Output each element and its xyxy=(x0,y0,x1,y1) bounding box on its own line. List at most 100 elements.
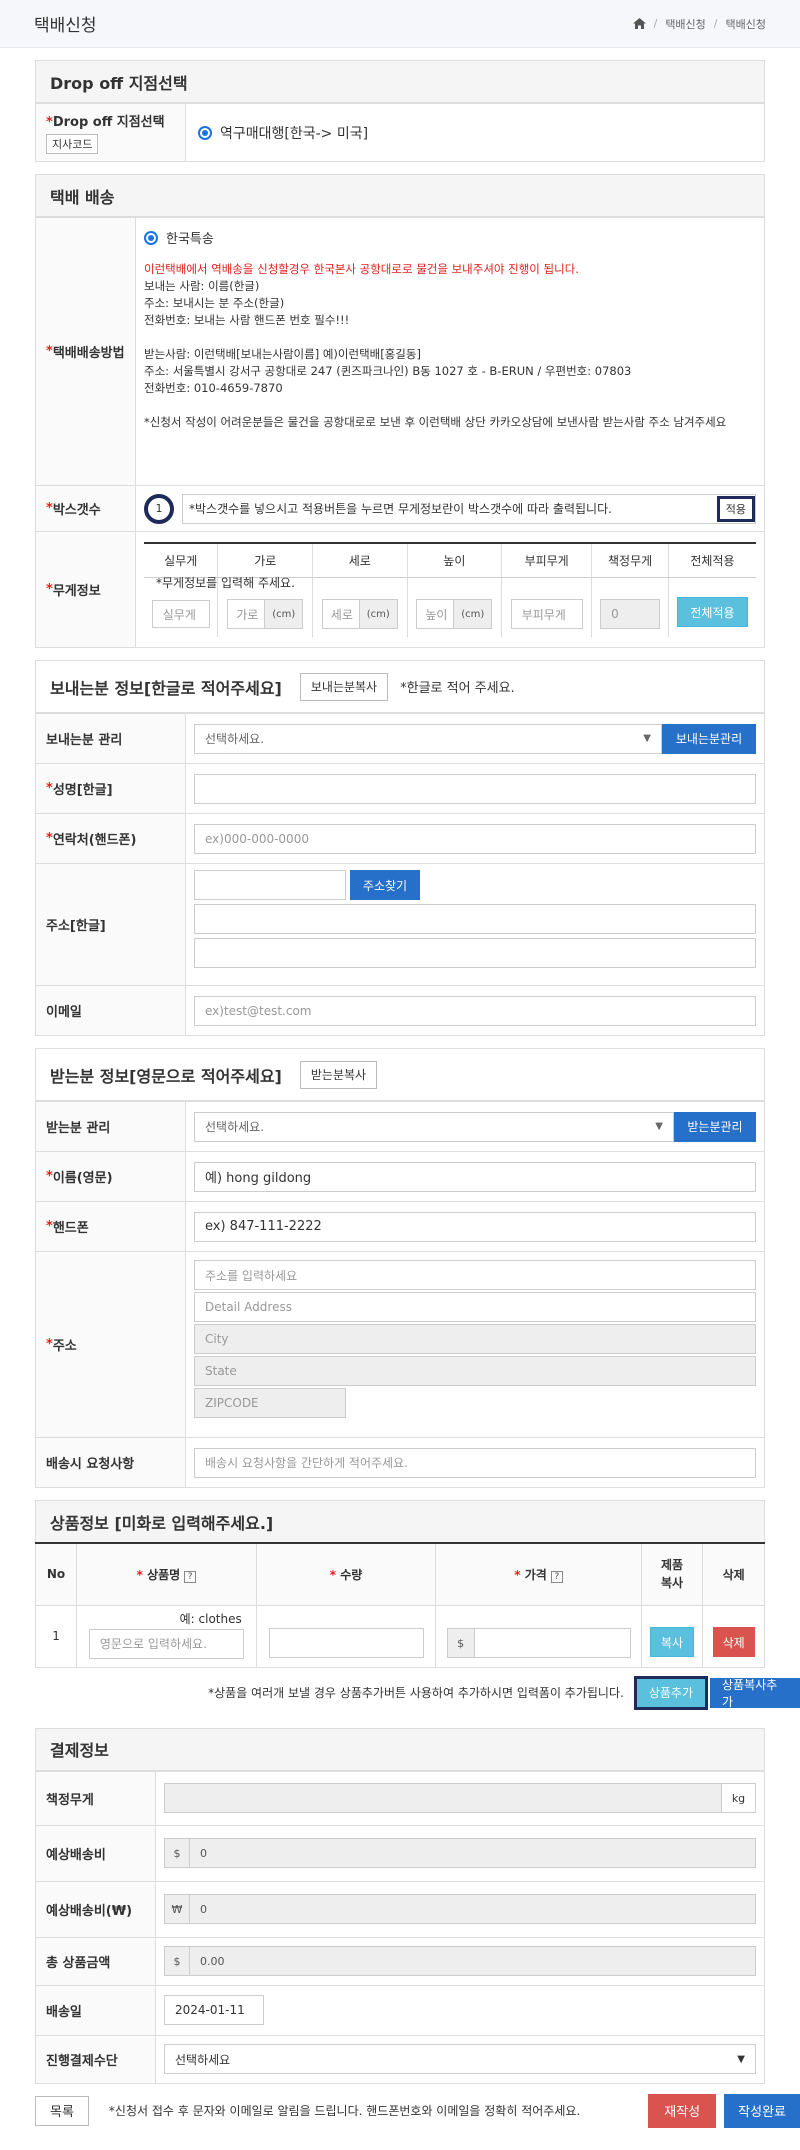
sender-email-input[interactable]: ex)test@test.com xyxy=(194,995,756,1026)
submit-button[interactable]: 작성완료 xyxy=(724,2093,800,2128)
receiver-name-row: * 이름(영문) 예) hong gildong xyxy=(36,1151,764,1201)
sender-name-row: * 성명[한글] xyxy=(36,763,764,813)
section-title-text: Drop off 지점선택 xyxy=(50,73,188,93)
receiver-name-input[interactable]: 예) hong gildong xyxy=(194,1161,756,1192)
product-name-input[interactable]: 영문으로 입력하세요. xyxy=(88,1628,244,1659)
payment-method-select-value: 선택하세요 xyxy=(175,2052,231,2067)
sender-address-label: 주소[한글] xyxy=(36,864,186,985)
dropoff-section-title: Drop off 지점선택 xyxy=(36,61,764,103)
rewrite-button[interactable]: 재작성 xyxy=(648,2093,717,2128)
sender-phone-input[interactable]: ex)000-000-0000 xyxy=(194,823,756,854)
product-delete-button[interactable]: 삭제 xyxy=(712,1627,755,1657)
weight-col-header: 세로 xyxy=(312,542,408,578)
apply-button[interactable]: 적용 xyxy=(716,495,755,522)
sender-copy-button[interactable]: 보내는분복사 xyxy=(299,672,389,701)
chevron-down-icon: ▼ xyxy=(737,2053,745,2065)
receiver-phone-row: * 핸드폰 ex) 847-111-2222 xyxy=(36,1201,764,1251)
products-footer: *상품을 여러개 보낼 경우 상품추가버튼 사용하여 추가하시면 입력폼이 추가… xyxy=(35,1675,800,1710)
product-qty-input[interactable] xyxy=(268,1628,424,1658)
box-count-input[interactable]: 1 xyxy=(144,493,174,524)
list-button[interactable]: 목록 xyxy=(35,2095,89,2126)
receiver-copy-button[interactable]: 받는분복사 xyxy=(299,1060,378,1089)
receiver-manage-button[interactable]: 받는분관리 xyxy=(674,1111,756,1142)
weight-col-header: 실무게 xyxy=(144,542,218,578)
receiver-state-input[interactable]: State xyxy=(194,1356,756,1386)
dropoff-value: 역구매대행[한국-> 미국] xyxy=(186,104,764,161)
delivery-date-input[interactable]: 2024-01-11 xyxy=(164,1995,264,2025)
apply-all-button[interactable]: 전체적용 xyxy=(677,597,748,628)
payment-fee-krw-value: ₩0 xyxy=(156,1882,764,1937)
delivery-method-option[interactable]: 한국특송 xyxy=(144,228,214,247)
receiver-name-label: * 이름(영문) xyxy=(36,1152,186,1201)
box-hint-field: *박스갯수를 넣으시고 적용버튼을 누르면 무게정보란이 박스갯수에 따라 출력… xyxy=(182,493,756,524)
weight-info-row: * 무게정보 실무게 가로 세로 높이 부피무게 책정무게 전체적용 *무게정보… xyxy=(36,531,764,647)
payment-date-value: 2024-01-11 xyxy=(156,1986,764,2035)
charged-weight-field: 0 xyxy=(600,599,661,630)
sender-hint: *한글로 적어 주세요. xyxy=(400,681,515,696)
delivery-method-option-label[interactable]: 한국특송 xyxy=(166,228,214,247)
payment-section-title: 결제정보 xyxy=(36,1728,764,1771)
dropoff-option-label[interactable]: 역구매대행[한국-> 미국] xyxy=(220,123,368,143)
form-footer: 목록 *신청서 접수 후 문자와 이메일로 알림을 드립니다. 핸드폰번호와 이… xyxy=(35,2093,800,2128)
payment-method-label: 진행결제수단 xyxy=(36,2035,156,2083)
depth-placeholder: 세로 xyxy=(330,607,353,622)
receiver-request-value: 배송시 요청사항을 간단하게 적어주세요. xyxy=(186,1438,764,1487)
volume-weight-input[interactable]: 부피무게 xyxy=(510,599,583,630)
unit-label: (cm) xyxy=(453,600,492,629)
payment-method-select[interactable]: 선택하세요 ▼ xyxy=(164,2044,756,2074)
kg-unit: kg xyxy=(722,1783,756,1813)
delivery-method-label-text: 택배배송방법 xyxy=(52,346,125,361)
weight-col-header: 책정무게 xyxy=(591,542,669,578)
dropoff-radio[interactable] xyxy=(198,125,212,140)
depth-input[interactable]: 세로 (cm) xyxy=(321,599,398,630)
help-icon[interactable]: ? xyxy=(550,1570,563,1583)
product-copy-button[interactable]: 복사 xyxy=(650,1627,695,1657)
weight-hint: *무게정보를 입력해 주세요. xyxy=(156,575,295,590)
sender-address-detail-input[interactable] xyxy=(194,938,756,968)
height-input[interactable]: 높이 (cm) xyxy=(416,599,493,630)
width-input[interactable]: 가로 (cm) xyxy=(227,599,304,630)
section-title-text: 결제정보 xyxy=(50,1741,109,1760)
sender-select[interactable]: 선택하세요. ▼ xyxy=(194,723,662,754)
receiver-request-input[interactable]: 배송시 요청사항을 간단하게 적어주세요. xyxy=(194,1447,756,1478)
receiver-city-input[interactable]: City xyxy=(194,1324,756,1354)
sender-manage-button[interactable]: 보내는분관리 xyxy=(662,723,756,754)
address-search-button[interactable]: 주소찾기 xyxy=(350,870,420,900)
page-header: 택배신청 / 택배신청 / 택배신청 xyxy=(0,0,800,48)
branch-code-button[interactable]: 지사코드 xyxy=(46,134,99,154)
add-product-copy-button[interactable]: 상품복사추가 xyxy=(710,1677,800,1709)
receiver-name-value: 예) hong gildong xyxy=(186,1152,764,1201)
receiver-address-detail-input[interactable]: Detail Address xyxy=(194,1292,756,1322)
box-count-label: * 박스갯수 xyxy=(36,486,136,531)
receiver-section: 받는분 정보[영문으로 적어주세요] 받는분복사 받는분 관리 선택하세요. ▼ … xyxy=(35,1048,765,1488)
product-name-hint: 예: clothes xyxy=(179,1611,242,1626)
products-section-title: 상품정보 [미화로 입력해주세요.] xyxy=(35,1500,765,1542)
receiver-zip-input[interactable]: ZIPCODE xyxy=(194,1388,346,1418)
breadcrumb-item[interactable]: 택배신청 xyxy=(665,16,705,32)
section-title-text: 상품정보 [미화로 입력해주세요.] xyxy=(50,1513,274,1533)
sender-instruction-1: 보내는 사람: 이름(한글) xyxy=(144,279,260,293)
product-price-input[interactable]: $ xyxy=(446,1628,631,1658)
sender-address-input[interactable] xyxy=(194,904,756,934)
receiver-address-input[interactable]: 주소를 입력하세요 xyxy=(194,1260,756,1290)
receiver-phone-input[interactable]: ex) 847-111-2222 xyxy=(194,1211,756,1242)
receiver-manage-row: 받는분 관리 선택하세요. ▼ 받는분관리 xyxy=(36,1101,764,1151)
receiver-manage-value: 선택하세요. ▼ 받는분관리 xyxy=(186,1102,764,1151)
add-product-button[interactable]: 상품추가 xyxy=(636,1678,705,1707)
delivery-method-radio[interactable] xyxy=(144,230,158,245)
chevron-down-icon: ▼ xyxy=(643,733,651,744)
table-row: 1 예: clothes 영문으로 입력하세요. $ 복사 삭제 xyxy=(36,1605,765,1667)
height-placeholder: 높이 xyxy=(425,607,448,622)
products-col-price: * 가격? xyxy=(435,1542,642,1606)
receiver-select[interactable]: 선택하세요. ▼ xyxy=(194,1111,674,1142)
real-weight-input[interactable]: 실무게 xyxy=(151,600,210,629)
price-field[interactable] xyxy=(474,1628,631,1658)
dropoff-label-value: Drop off 지점선택 xyxy=(52,115,165,130)
sender-name-input[interactable] xyxy=(194,773,756,804)
receiver-section-title: 받는분 정보[영문으로 적어주세요] 받는분복사 xyxy=(36,1049,764,1101)
home-icon[interactable] xyxy=(632,18,646,29)
sender-email-value: ex)test@test.com xyxy=(186,986,764,1035)
help-icon[interactable]: ? xyxy=(184,1570,197,1583)
sender-zip-input[interactable] xyxy=(194,870,346,900)
payment-total-value: $0.00 xyxy=(156,1938,764,1985)
